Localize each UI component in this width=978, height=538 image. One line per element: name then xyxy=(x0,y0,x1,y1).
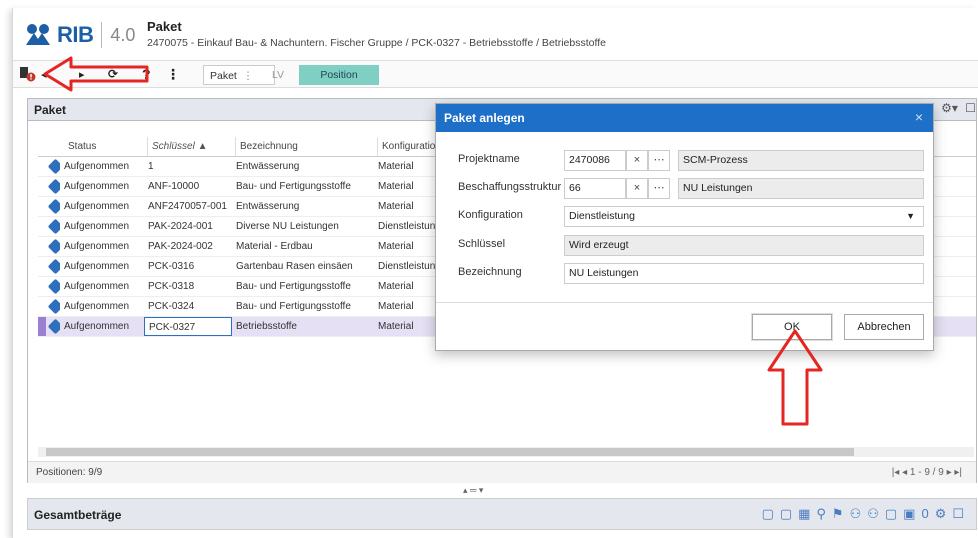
column-schluessel[interactable]: Schlüssel ▲ xyxy=(148,137,236,156)
status-tag-icon xyxy=(46,177,60,196)
annotation-arrow-up xyxy=(767,329,823,426)
app-header: RIB 4.0 Paket 2470075 - Einkauf Bau- & N… xyxy=(13,8,978,60)
cell-status: Aufgenommen xyxy=(64,321,130,332)
row-indicator xyxy=(38,317,46,336)
panel-title: Paket xyxy=(34,103,67,117)
status-tag-icon xyxy=(46,197,60,216)
cell-bezeichnung: Bau- und Fertigungsstoffe xyxy=(236,281,351,292)
positions-count: Positionen: 9/9 xyxy=(36,467,103,478)
version-label: 4.0 xyxy=(110,24,136,45)
status-tag-icon xyxy=(46,217,60,236)
row-indicator xyxy=(38,297,46,316)
beschaffung-clear-icon[interactable]: × xyxy=(626,178,648,199)
cell-bezeichnung: Bau- und Fertigungsstoffe xyxy=(236,181,351,192)
cell-schluessel: PCK-0324 xyxy=(148,301,195,312)
cancel-button[interactable]: Abbrechen xyxy=(844,314,924,340)
tab-paket[interactable]: Paket ⋮ xyxy=(203,65,275,85)
chevron-down-icon: ▼ xyxy=(906,211,915,221)
beschaffung-input[interactable]: 66 xyxy=(564,178,626,199)
konfiguration-select[interactable]: Dienstleistung ▼ xyxy=(564,206,924,227)
cell-schluessel: ANF2470057-001 xyxy=(148,201,227,212)
cell-status: Aufgenommen xyxy=(64,201,130,212)
more-menu-icon[interactable]: ⋮ xyxy=(166,66,180,83)
pagination[interactable]: |◂ ◂ 1 - 9 / 9 ▸ ▸| xyxy=(892,467,962,478)
cell-bezeichnung: Material - Erdbau xyxy=(236,241,313,252)
status-tag-icon xyxy=(46,317,60,336)
cell-status: Aufgenommen xyxy=(64,221,130,232)
maximize-icon[interactable]: ☐ xyxy=(965,101,976,115)
cell-schluessel: PCK-0327 xyxy=(144,317,232,336)
cell-bezeichnung: Gartenbau Rasen einsäen xyxy=(236,261,353,272)
status-tag-icon xyxy=(46,277,60,296)
page-title: Paket xyxy=(147,19,182,34)
row-indicator xyxy=(38,197,46,216)
cell-schluessel: PAK-2024-002 xyxy=(148,241,213,252)
cell-schluessel: ANF-10000 xyxy=(148,181,200,192)
beschaffung-lookup-icon[interactable]: ⋯ xyxy=(648,178,670,199)
cell-schluessel: 1 xyxy=(148,161,154,172)
breadcrumb: 2470075 - Einkauf Bau- & Nachuntern. Fis… xyxy=(147,37,606,49)
annotation-arrow-left xyxy=(43,56,149,92)
row-indicator xyxy=(38,177,46,196)
cell-bezeichnung: Betriebsstoffe xyxy=(236,321,297,332)
column-status[interactable]: Status xyxy=(64,137,148,156)
cell-status: Aufgenommen xyxy=(64,261,130,272)
module-warning-icon[interactable] xyxy=(19,66,37,85)
projektname-lookup-icon[interactable]: ⋯ xyxy=(648,150,670,171)
panel-statusbar: Positionen: 9/9 |◂ ◂ 1 - 9 / 9 ▸ ▸| xyxy=(28,461,976,483)
cell-status: Aufgenommen xyxy=(64,281,130,292)
schluessel-label: Schlüssel xyxy=(458,238,506,250)
row-indicator xyxy=(38,277,46,296)
cell-status: Aufgenommen xyxy=(64,161,130,172)
cell-status: Aufgenommen xyxy=(64,301,130,312)
cell-status: Aufgenommen xyxy=(64,241,130,252)
cell-bezeichnung: Bau- und Fertigungsstoffe xyxy=(236,301,351,312)
status-tag-icon xyxy=(46,237,60,256)
row-indicator xyxy=(38,257,46,276)
konfiguration-label: Konfiguration xyxy=(458,209,523,221)
row-indicator xyxy=(38,157,46,176)
close-icon[interactable]: × xyxy=(915,109,923,125)
app-window: RIB 4.0 Paket 2470075 - Einkauf Bau- & N… xyxy=(12,8,978,538)
cell-bezeichnung: Entwässerung xyxy=(236,161,300,172)
schluessel-input: Wird erzeugt xyxy=(564,235,924,256)
rib-logo-icon xyxy=(26,24,50,45)
tab-position[interactable]: Position xyxy=(299,65,379,85)
bottom-toolbar[interactable]: ▢▢▦⚲⚑⚇⚇▢▣0⚙☐ xyxy=(762,506,970,522)
settings-icon[interactable]: ⚙▾ xyxy=(941,101,958,115)
rib-logo: RIB 4.0 xyxy=(23,22,135,48)
cell-bezeichnung: Entwässerung xyxy=(236,201,300,212)
logo-text: RIB xyxy=(57,22,94,47)
panel-splitter[interactable]: ▴ ═ ▾ xyxy=(463,485,483,496)
projektname-label: Projektname xyxy=(458,153,520,165)
cell-status: Aufgenommen xyxy=(64,181,130,192)
projektname-input[interactable]: 2470086 xyxy=(564,150,626,171)
paket-anlegen-dialog: Paket anlegen × Projektname 2470086 × ⋯ … xyxy=(435,103,934,351)
bezeichnung-input[interactable]: NU Leistungen xyxy=(564,263,924,284)
gesamtbetraege-panel: Gesamtbeträge ▢▢▦⚲⚑⚇⚇▢▣0⚙☐ xyxy=(27,498,977,530)
column-bezeichnung[interactable]: Bezeichnung xyxy=(236,137,378,156)
row-indicator xyxy=(38,217,46,236)
cell-schluessel: PAK-2024-001 xyxy=(148,221,213,232)
beschaffung-description: NU Leistungen xyxy=(678,178,924,199)
row-indicator xyxy=(38,237,46,256)
horizontal-scrollbar[interactable] xyxy=(38,447,974,457)
cell-schluessel: PCK-0316 xyxy=(148,261,195,272)
bottom-panel-title: Gesamtbeträge xyxy=(34,508,122,522)
cell-schluessel: PCK-0318 xyxy=(148,281,195,292)
main-toolbar: ◂ ▸ ⟳ ? ⋮ Paket ⋮ LV Position xyxy=(13,56,978,92)
projektname-description: SCM-Prozess xyxy=(678,150,924,171)
bezeichnung-label: Bezeichnung xyxy=(458,266,522,278)
status-tag-icon xyxy=(46,257,60,276)
dialog-title: Paket anlegen xyxy=(444,111,525,125)
status-tag-icon xyxy=(46,157,60,176)
beschaffung-label: Beschaffungsstruktur xyxy=(458,181,562,193)
status-tag-icon xyxy=(46,297,60,316)
cell-bezeichnung: Diverse NU Leistungen xyxy=(236,221,339,232)
projektname-clear-icon[interactable]: × xyxy=(626,150,648,171)
panel-tools: ⚙▾ ☐ xyxy=(941,101,976,115)
tab-lv[interactable]: LV xyxy=(266,65,296,85)
